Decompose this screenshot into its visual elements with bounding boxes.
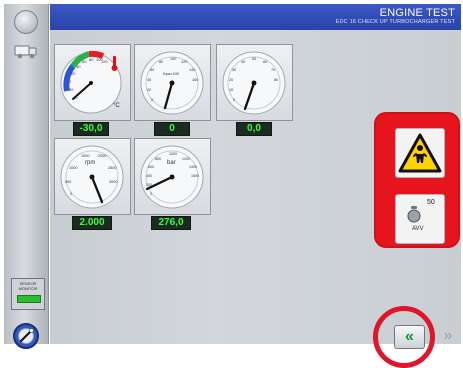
gauge-2-scale-5: 100 — [170, 57, 176, 61]
gauge-3-scale-8: 80 — [274, 78, 278, 82]
gauge-2-scale-3: 60 — [150, 68, 154, 72]
avv-knob-icon — [407, 206, 421, 223]
avv-label: AVV — [412, 226, 424, 232]
temperature-value: -30,0 — [73, 122, 109, 136]
avv-button[interactable]: 50 AVV — [395, 194, 445, 244]
gauge-2-scale-6: 120 — [181, 60, 187, 64]
sensor-monitor-panel[interactable]: SENSOR MONITOR — [11, 278, 45, 310]
rpm-value: 2.000 — [72, 216, 112, 230]
gauge-2-scale-8: 160 — [192, 78, 198, 82]
pressure-value: 276,0 — [151, 216, 191, 230]
rpm-label: rpm — [85, 160, 95, 166]
gauge-3-scale-3: 30 — [232, 68, 236, 72]
pressure-scale-2: 400 — [146, 174, 152, 178]
gauge-3-scale-2: 20 — [229, 78, 233, 82]
pressure-scale-5: 1000 — [169, 152, 177, 156]
pressure-scale-8: 1600 — [191, 174, 199, 178]
gauge-2-scale-4: 80 — [159, 60, 163, 64]
header-title: ENGINE TEST — [379, 7, 455, 19]
rpm-scale-0: 0 — [70, 192, 72, 196]
screen: SENSOR MONITOR ENGINE TEST EDC 16 CHECK … — [0, 0, 463, 368]
rpm-scale-6: 3000 — [109, 180, 117, 184]
circle-button-icon[interactable] — [14, 10, 38, 34]
sensor-monitor-bar — [17, 295, 41, 303]
warning-person-icon — [398, 133, 442, 173]
compass-icon[interactable] — [12, 322, 40, 350]
temperature-unit: °C — [113, 103, 120, 109]
rpm-scale-2: 1000 — [69, 166, 77, 170]
highlight-ring — [373, 306, 435, 368]
sensor-monitor-label: SENSOR MONITOR — [18, 281, 38, 291]
gauge-2-scale-7: 140 — [189, 68, 195, 72]
gauge-2-scale-0: 0 — [151, 98, 153, 102]
pressure-scale-0: 0 — [150, 192, 152, 196]
rpm-scale-4: 2000 — [98, 154, 106, 158]
rpm-scale-1: 500 — [65, 180, 71, 184]
pressure-gauge: bar 0 200 400 600 800 1000 1200 1400 160… — [134, 138, 211, 215]
gauge-2-value: 0 — [154, 122, 190, 136]
sidebar: SENSOR MONITOR — [4, 4, 49, 349]
gauge-3-scale-1: 10 — [229, 88, 233, 92]
temp-scale-1: 20 — [69, 87, 74, 92]
temperature-gauge: 40 20 0 20 40 60 80 100 120 °C — [54, 44, 131, 121]
gauge-3-value: 0,0 — [236, 122, 272, 136]
gauge-2-scale-2: 40 — [147, 78, 151, 82]
rpm-scale-5: 2500 — [108, 166, 116, 170]
gauge-3-scale-6: 60 — [263, 60, 267, 64]
forward-button[interactable]: » — [435, 325, 461, 347]
gauge-3-scale-4: 40 — [241, 60, 245, 64]
temp-scale-5: 60 — [82, 59, 87, 64]
pressure-scale-3: 600 — [148, 165, 154, 169]
temp-scale-3: 20 — [71, 71, 76, 76]
temp-scale-8: 120 — [101, 59, 108, 64]
gauge-3-scale-7: 70 — [271, 68, 275, 72]
pressure-label: bar — [167, 160, 176, 166]
warning-icon-tile — [395, 128, 445, 178]
rpm-gauge: rpm 0 500 1000 1500 2000 2500 3000 — [54, 138, 131, 215]
temp-scale-6: 80 — [89, 57, 94, 62]
pressure-scale-7: 1400 — [189, 165, 197, 169]
gauge-2-label: Kpa×100 — [163, 71, 180, 76]
gauge-2-scale-1: 20 — [147, 88, 151, 92]
warning-panel: 50 AVV — [374, 112, 460, 248]
gauge-3-scale-5: 50 — [252, 57, 256, 61]
temp-scale-4: 40 — [76, 64, 81, 69]
header-subtitle: EDC 16 CHECK UP TURBOCHARGER TEST — [335, 19, 455, 25]
gauge-3-scale-0: 0 — [233, 98, 235, 102]
pressure-scale-6: 1200 — [182, 157, 190, 161]
truck-icon[interactable] — [13, 42, 39, 65]
pressure-scale-4: 800 — [155, 157, 161, 161]
header: ENGINE TEST EDC 16 CHECK UP TURBOCHARGER… — [50, 4, 461, 30]
rpm-scale-3: 1500 — [81, 154, 89, 158]
gauge-3: 0 10 20 30 40 50 60 70 80 — [216, 44, 293, 121]
gauge-2: Kpa×100 0 20 40 60 80 100 120 140 160 — [134, 44, 211, 121]
